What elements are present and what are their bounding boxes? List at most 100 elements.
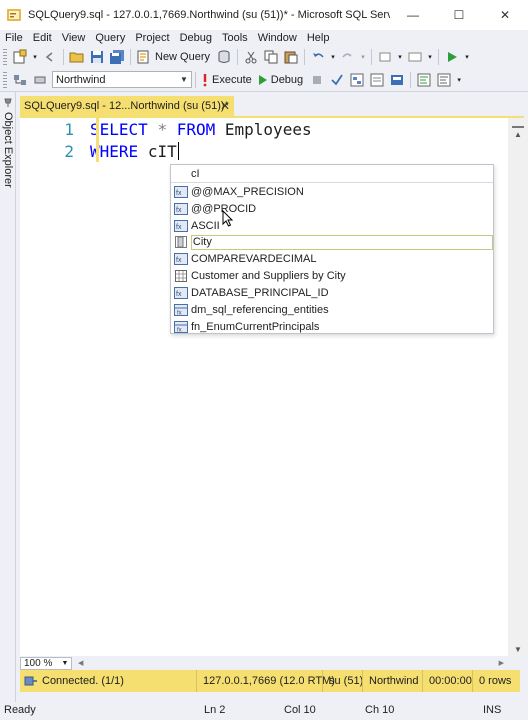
results-to-icon[interactable] <box>388 71 406 89</box>
cancel-query-icon[interactable] <box>308 71 326 89</box>
typed-text: cIT <box>147 141 177 161</box>
scroll-down-icon[interactable]: ▼ <box>508 645 528 654</box>
menu-file[interactable]: File <box>0 32 28 44</box>
scroll-up-icon[interactable]: ▲ <box>508 130 528 139</box>
undo-dropdown-icon[interactable]: ▾ <box>329 48 337 66</box>
intellisense-item[interactable]: fx ASCII <box>171 218 493 234</box>
toolbar-grip[interactable] <box>3 49 7 65</box>
execute-icon[interactable] <box>200 71 210 89</box>
close-button[interactable]: ✕ <box>482 0 528 30</box>
toolbar-separator <box>438 49 440 65</box>
intellisense-filter: cI <box>171 165 493 183</box>
redo-dropdown-icon[interactable]: ▾ <box>359 48 367 66</box>
undo-icon[interactable] <box>309 48 327 66</box>
new-project-icon[interactable] <box>11 48 29 66</box>
tab-close-icon[interactable]: ✕ <box>220 99 230 113</box>
intellisense-item-label: COMPAREVARDECIMAL <box>191 253 317 265</box>
query-designer-icon[interactable] <box>368 71 386 89</box>
svg-text:fx: fx <box>176 291 182 298</box>
parse-icon[interactable] <box>328 71 346 89</box>
dropdown-arrow-icon[interactable]: ▾ <box>31 48 39 66</box>
open-folder-icon[interactable] <box>68 48 86 66</box>
estimated-plan-icon[interactable] <box>348 71 366 89</box>
database-query-icon[interactable] <box>215 48 233 66</box>
find-dropdown-icon[interactable]: ▾ <box>426 48 434 66</box>
run-icon[interactable] <box>443 48 461 66</box>
intellisense-item[interactable]: fx DATABASE_PRINCIPAL_ID <box>171 285 493 301</box>
intellisense-popup[interactable]: cI fx @@MAX_PRECISION fx @@PROCID fx ASC… <box>170 164 494 334</box>
find-icon[interactable] <box>406 48 424 66</box>
maximize-button[interactable]: ☐ <box>436 0 482 30</box>
menu-edit[interactable]: Edit <box>28 32 57 44</box>
intellisense-item[interactable]: Customer and Suppliers by City <box>171 268 493 284</box>
save-icon[interactable] <box>88 48 106 66</box>
menu-tools[interactable]: Tools <box>217 32 253 44</box>
new-query-icon[interactable] <box>135 48 153 66</box>
menu-view[interactable]: View <box>57 32 91 44</box>
status-line: Ln 2 <box>204 704 226 716</box>
scroll-right-icon[interactable]: ▶ <box>499 659 504 667</box>
status-character: Ch 10 <box>365 704 395 716</box>
function-icon: fx <box>173 286 189 300</box>
intellisense-item-selected[interactable]: City <box>171 234 493 250</box>
pin-icon[interactable] <box>3 98 13 108</box>
save-all-icon[interactable] <box>108 48 126 66</box>
minimize-button[interactable]: — <box>390 0 436 30</box>
intellisense-item-label: DATABASE_PRINCIPAL_ID <box>191 287 329 299</box>
tab-title: SQLQuery9.sql - 12...Northwind (su (51))… <box>24 100 229 112</box>
paste-icon[interactable] <box>282 48 300 66</box>
comment-icon[interactable] <box>415 71 433 89</box>
intellisense-item[interactable]: fx @@PROCID <box>171 201 493 217</box>
intellisense-item[interactable]: fx fn_EnumCurrentPrincipals <box>171 319 493 335</box>
chevron-down-icon[interactable]: ▼ <box>59 660 71 667</box>
debug-play-icon[interactable] <box>257 71 269 89</box>
menu-help[interactable]: Help <box>302 32 335 44</box>
copy-icon[interactable] <box>262 48 280 66</box>
object-explorer-tab[interactable]: Object Explorer <box>2 112 14 188</box>
intellisense-item-label: ASCII <box>191 220 220 232</box>
change-connection-icon[interactable] <box>31 71 49 89</box>
table-function-icon: fx <box>173 303 189 317</box>
chevron-down-icon[interactable]: ▼ <box>177 75 191 84</box>
menu-debug[interactable]: Debug <box>175 32 217 44</box>
svg-text:fx: fx <box>176 190 182 197</box>
split-handle[interactable] <box>512 118 524 128</box>
server-info: 127.0.0.1,7669 (12.0 RTM) <box>196 670 335 692</box>
zoom-select[interactable]: 100 % ▼ <box>20 656 72 670</box>
window-title: SQLQuery9.sql - 127.0.0.1,7669.Northwind… <box>28 9 390 21</box>
cut-icon[interactable] <box>242 48 260 66</box>
text-caret <box>177 142 179 160</box>
overflow-icon[interactable]: ▾ <box>463 48 471 66</box>
uncomment-icon[interactable] <box>435 71 453 89</box>
new-query-button[interactable]: New Query <box>155 51 210 63</box>
database-select[interactable]: Northwind ▼ <box>52 71 192 88</box>
navigate-dropdown-icon[interactable]: ▾ <box>396 48 404 66</box>
scroll-left-icon[interactable]: ◀ <box>78 659 83 667</box>
navigate-icon[interactable] <box>376 48 394 66</box>
intellisense-item[interactable]: fx dm_sql_referencing_entities <box>171 302 493 318</box>
vertical-scrollbar[interactable]: ▲ ▼ <box>508 118 528 656</box>
execute-button[interactable]: Execute <box>212 74 252 86</box>
more-options-icon[interactable]: ▾ <box>455 71 463 89</box>
redo-icon[interactable] <box>339 48 357 66</box>
function-icon: fx <box>173 219 189 233</box>
intellisense-item-label: dm_sql_referencing_entities <box>191 304 329 316</box>
query-document-tab[interactable]: SQLQuery9.sql - 12...Northwind (su (51))… <box>20 96 234 116</box>
menu-project[interactable]: Project <box>130 32 174 44</box>
svg-text:fx: fx <box>176 207 182 214</box>
intellisense-item[interactable]: fx COMPAREVARDECIMAL <box>171 251 493 267</box>
intellisense-item[interactable]: fx @@MAX_PRECISION <box>171 184 493 200</box>
menu-query[interactable]: Query <box>90 32 130 44</box>
menu-window[interactable]: Window <box>253 32 302 44</box>
elapsed-time: 00:00:00 <box>422 670 472 692</box>
back-icon[interactable] <box>41 48 59 66</box>
object-explorer-icon[interactable] <box>11 71 29 89</box>
status-bar: Ready Ln 2 Col 10 Ch 10 INS <box>0 702 528 720</box>
function-icon: fx <box>173 252 189 266</box>
line-number: 2 <box>64 141 74 161</box>
toolbar-grip[interactable] <box>3 71 7 88</box>
function-icon: fx <box>173 185 189 199</box>
ssms-app-icon <box>6 7 22 23</box>
database-info: Northwind <box>362 670 422 692</box>
debug-button[interactable]: Debug <box>271 74 303 86</box>
